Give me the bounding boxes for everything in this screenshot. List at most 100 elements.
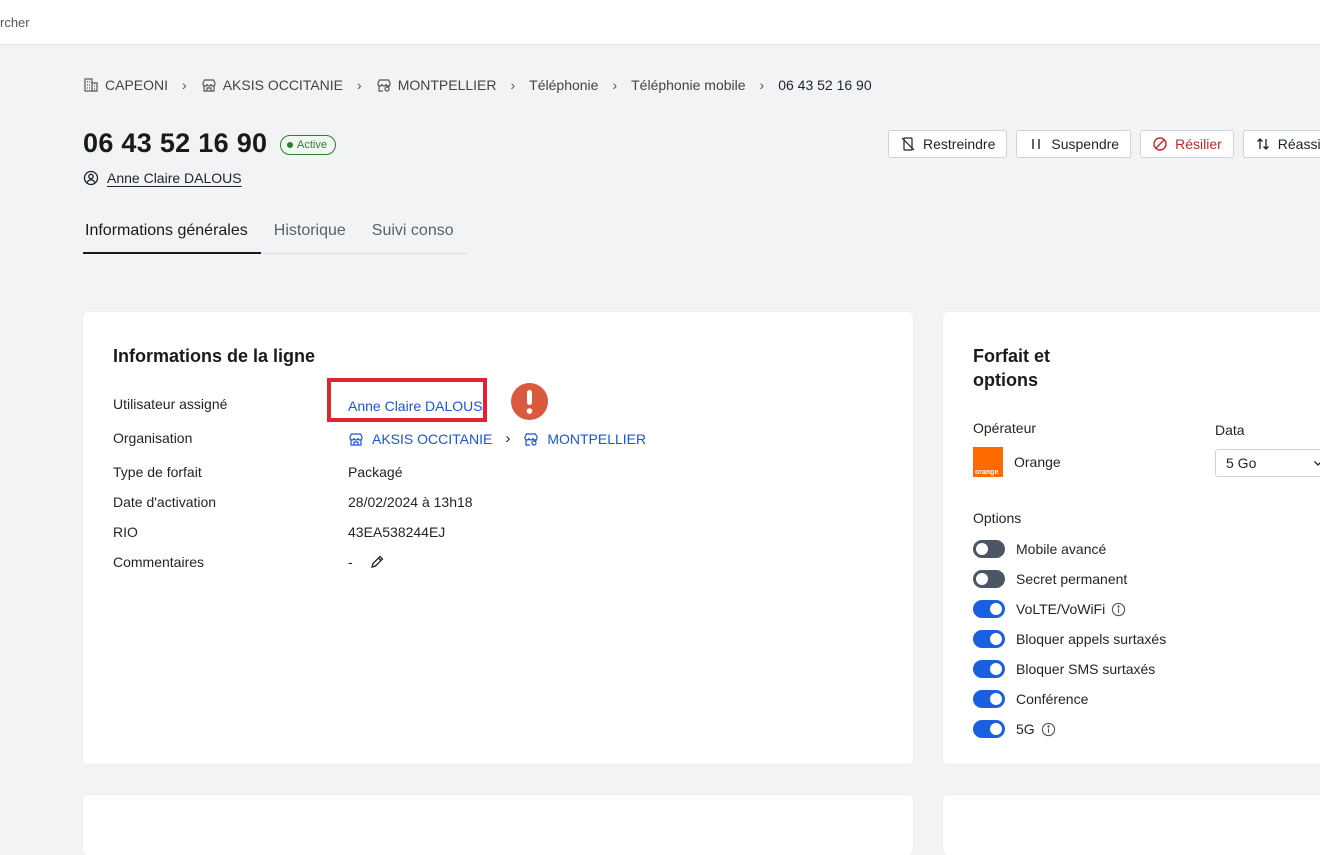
plan-type-value: Packagé — [348, 464, 403, 480]
pause-icon — [1032, 139, 1041, 149]
option-label: Bloquer SMS surtaxés — [1016, 661, 1156, 677]
data-select[interactable]: 5 Go — [1215, 449, 1320, 477]
status-label: Active — [297, 139, 327, 151]
option-mobile-avance: Mobile avancé — [973, 534, 1166, 564]
chevron-right-icon: › — [510, 77, 516, 93]
breadcrumb-label: AKSIS OCCITANIE — [222, 77, 344, 93]
breadcrumb-label: MONTPELLIER — [397, 77, 497, 93]
toggle-5g[interactable] — [973, 720, 1005, 738]
phone-off-icon — [901, 137, 915, 151]
option-label: VoLTE/VoWiFi — [1016, 601, 1106, 617]
operator-label: Opérateur — [973, 420, 1037, 436]
organisation-value: AKSIS OCCITANIE › MONTPELLIER — [348, 430, 646, 447]
pencil-icon[interactable] — [369, 554, 385, 570]
building-icon — [84, 78, 98, 92]
secondary-card — [943, 795, 1320, 855]
info-icon[interactable] — [1041, 722, 1056, 737]
breadcrumb-item-montpellier[interactable]: MONTPELLIER — [376, 77, 497, 93]
owner-link[interactable]: Anne Claire DALOUS — [107, 170, 242, 186]
option-label: 5G — [1016, 721, 1035, 737]
activation-date-value: 28/02/2024 à 13h18 — [348, 494, 473, 510]
chevron-right-icon: › — [505, 430, 511, 447]
line-info-card: Informations de la ligne Utilisateur ass… — [83, 312, 913, 764]
comments-text: - — [348, 554, 353, 570]
chevron-right-icon: › — [357, 77, 362, 93]
activation-date-label: Date d'activation — [113, 494, 217, 510]
toggle-volte[interactable] — [973, 600, 1005, 618]
status-badge: Active — [280, 135, 336, 155]
chevron-right-icon: › — [182, 77, 187, 93]
chevron-right-icon: › — [759, 77, 765, 93]
assigned-user-link[interactable]: Anne Claire DALOUS — [348, 398, 483, 414]
search-input[interactable]: rcher — [0, 15, 30, 30]
store-group-icon — [377, 79, 391, 92]
store-icon — [202, 79, 216, 92]
toggle-mobile-avance[interactable] — [973, 540, 1005, 558]
org-child-label: MONTPELLIER — [547, 430, 647, 447]
assigned-user-label: Utilisateur assigné — [113, 396, 228, 412]
info-icon[interactable] — [1111, 602, 1126, 617]
plan-options-card: Forfait et options Opérateur orange Oran… — [943, 312, 1320, 764]
line-info-title: Informations de la ligne — [113, 346, 316, 366]
breadcrumb-item-aksis[interactable]: AKSIS OCCITANIE — [201, 77, 343, 93]
toggle-block-premium-sms[interactable] — [973, 660, 1005, 678]
org-parent-label: AKSIS OCCITANIE — [372, 430, 493, 447]
rio-value: 43EA538244EJ — [348, 524, 446, 540]
toggle-block-premium-calls[interactable] — [973, 630, 1005, 648]
breadcrumb-item-telephonie[interactable]: Téléphonie — [529, 77, 598, 93]
terminate-button[interactable]: Résilier — [1140, 130, 1234, 158]
breadcrumb-item-telephonie-mobile[interactable]: Téléphonie mobile — [631, 77, 745, 93]
chevron-down-icon — [1314, 461, 1320, 466]
orange-logo: orange — [973, 447, 1003, 477]
suspend-label: Suspendre — [1051, 136, 1120, 152]
operator-name: Orange — [1014, 454, 1061, 470]
tab-general-info[interactable]: Informations générales — [83, 218, 261, 254]
breadcrumb-label: Téléphonie — [529, 77, 599, 93]
tab-usage[interactable]: Suivi conso — [359, 218, 467, 253]
toggle-secret-permanent[interactable] — [973, 570, 1005, 588]
orange-logo-text: orange — [975, 469, 999, 476]
terminate-label: Résilier — [1175, 136, 1222, 152]
rio-label: RIO — [113, 524, 138, 540]
operator-value: orange Orange — [973, 447, 1061, 477]
line-owner: Anne Claire DALOUS — [83, 170, 242, 186]
restrict-button[interactable]: Restreindre — [888, 130, 1008, 158]
comments-value: - — [348, 554, 385, 570]
page-title: 06 43 52 16 90 — [83, 128, 268, 158]
org-child-link[interactable]: MONTPELLIER — [523, 431, 646, 447]
tab-bar: Informations générales Historique Suivi … — [83, 218, 467, 254]
user-circle-icon — [83, 170, 99, 186]
breadcrumb-item-capeoni[interactable]: CAPEONI — [83, 77, 168, 93]
plan-type-label: Type de forfait — [113, 464, 202, 480]
option-block-premium-calls: Bloquer appels surtaxés — [973, 624, 1166, 654]
data-label: Data — [1215, 422, 1245, 438]
option-secret-permanent: Secret permanent — [973, 564, 1166, 594]
option-volte: VoLTE/VoWiFi — [973, 594, 1166, 624]
breadcrumb-item-current: 06 43 52 16 90 — [778, 77, 871, 93]
option-label: Conférence — [1016, 691, 1089, 707]
option-label: Secret permanent — [1016, 571, 1128, 587]
org-parent-link[interactable]: AKSIS OCCITANIE — [348, 431, 492, 447]
top-bar: rcher — [0, 0, 1320, 45]
suspend-button[interactable]: Suspendre — [1016, 130, 1132, 158]
option-block-premium-sms: Bloquer SMS surtaxés — [973, 654, 1166, 684]
breadcrumb-label: 06 43 52 16 90 — [778, 77, 872, 93]
status-dot-icon — [287, 142, 293, 148]
store-group-icon — [524, 432, 538, 446]
options-label: Options — [973, 510, 1022, 526]
alert-icon — [511, 383, 548, 420]
option-conference: Conférence — [973, 684, 1166, 714]
reassign-button[interactable]: Réassigner — [1242, 130, 1320, 158]
data-select-value: 5 Go — [1226, 455, 1257, 471]
option-label: Mobile avancé — [1016, 541, 1107, 557]
toggle-conference[interactable] — [973, 690, 1005, 708]
comments-label: Commentaires — [113, 554, 205, 570]
tab-history[interactable]: Historique — [261, 218, 359, 253]
plan-options-title: Forfait et options — [973, 346, 1051, 390]
chevron-right-icon: › — [612, 77, 618, 93]
action-bar: Restreindre Suspendre Résilier Réassigne… — [888, 130, 1320, 158]
organisation-label: Organisation — [113, 430, 193, 446]
option-5g: 5G — [973, 714, 1166, 744]
store-icon — [349, 432, 363, 446]
options-list: Mobile avancé Secret permanent VoLTE/VoW… — [973, 534, 1166, 744]
